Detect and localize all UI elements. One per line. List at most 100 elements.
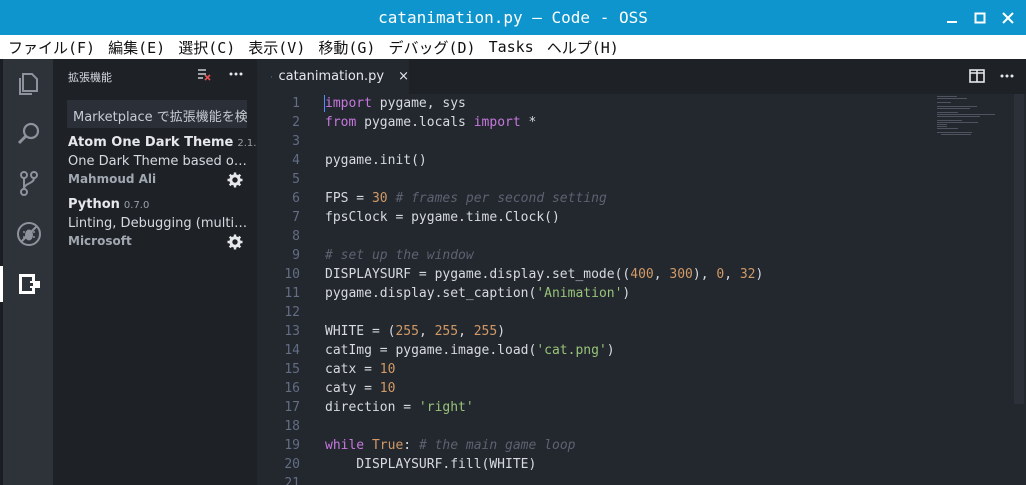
- menu-help[interactable]: ヘルプ(H): [547, 37, 619, 58]
- code-content[interactable]: import pygame, sys from pygame.locals imp…: [325, 94, 763, 485]
- line-number: 6: [292, 191, 300, 206]
- minimize-button[interactable]: [940, 6, 964, 30]
- code-token: 300: [669, 267, 693, 282]
- code-token: import: [325, 96, 372, 111]
- code-token: # set up the window: [325, 248, 474, 263]
- search-icon[interactable]: [15, 120, 43, 148]
- menu-debug[interactable]: デバッグ(D): [388, 37, 475, 58]
- extension-item[interactable]: Atom One Dark Theme 2.1.0 One Dark Theme …: [68, 135, 263, 188]
- code-token: 255: [395, 324, 419, 339]
- minimap-line: [937, 116, 980, 117]
- menu-view[interactable]: 表示(V): [248, 37, 305, 58]
- code-token: 'right': [418, 400, 474, 415]
- code-line: import pygame, sys: [325, 94, 763, 113]
- extensions-sidebar: 拡張機能 Marketplace で拡張機能を検 Atom One Dark T…: [53, 59, 263, 485]
- title-bar: catanimation.py — Code - OSS: [0, 0, 1026, 35]
- code-token: import: [473, 115, 521, 130]
- minimap-line: [937, 106, 977, 107]
- close-icon: [1002, 11, 1014, 24]
- more-actions-icon[interactable]: [229, 67, 243, 81]
- menu-file[interactable]: ファイル(F): [8, 37, 95, 58]
- code-token: pygame.display.set_caption(: [325, 286, 537, 301]
- code-token: *: [520, 115, 537, 130]
- line-number: 8: [292, 229, 300, 244]
- code-line: fpsClock = pygame.time.Clock(): [325, 208, 763, 227]
- code-token: 400: [630, 267, 654, 282]
- line-number: 16: [284, 381, 300, 396]
- line-number: 15: [284, 362, 300, 377]
- code-line: from pygame.locals import *: [325, 113, 763, 132]
- minimap-line: [937, 132, 973, 133]
- gear-icon[interactable]: [227, 172, 243, 188]
- code-line: caty = 10: [325, 379, 763, 398]
- editor-tab-bar: catanimation.py ×: [257, 59, 1026, 94]
- code-line: pygame.init(): [325, 151, 763, 170]
- code-token: :: [403, 438, 419, 453]
- source-control-icon[interactable]: [15, 169, 43, 197]
- minimap[interactable]: [937, 96, 997, 196]
- code-token: 'cat.png': [536, 343, 607, 358]
- line-number: 20: [284, 457, 300, 472]
- debug-icon[interactable]: [15, 220, 43, 248]
- code-token: while: [325, 438, 365, 453]
- code-token: pygame, sys: [371, 96, 466, 111]
- line-number: 21: [284, 476, 300, 485]
- code-line: # set up the window: [325, 246, 763, 265]
- menu-edit[interactable]: 編集(E): [108, 37, 165, 58]
- code-token: 10: [379, 381, 396, 396]
- line-number: 3: [292, 134, 300, 149]
- code-line: DISPLAYSURF.fill(WHITE): [325, 455, 763, 474]
- minimap-line: [937, 102, 952, 103]
- code-token: DISPLAYSURF.fill(WHITE): [325, 457, 537, 472]
- code-editor[interactable]: 1 2 3 4 5 6 7 8 9 10 11 12 13 14 15 16 17 18 19 20 21 import…: [257, 94, 1026, 485]
- minimap-line: [937, 98, 967, 99]
- extension-item[interactable]: Python 0.7.0 Linting, Debugging (multi-th…: [68, 197, 251, 250]
- close-button[interactable]: [996, 6, 1020, 30]
- code-line: while True: # the main game loop: [325, 436, 763, 455]
- gear-icon[interactable]: [227, 234, 243, 250]
- line-number: 9: [292, 248, 300, 263]
- maximize-icon: [974, 12, 986, 23]
- tab-catanimation[interactable]: catanimation.py ×: [257, 59, 409, 94]
- menu-go[interactable]: 移動(G): [318, 37, 375, 58]
- minimap-line: [937, 126, 947, 127]
- maximize-button[interactable]: [968, 6, 992, 30]
- code-line: WHITE = (255, 255, 255): [325, 322, 763, 341]
- minimap-line: [937, 108, 970, 109]
- code-token: pygame.init(): [325, 153, 427, 168]
- line-number: 18: [284, 419, 300, 434]
- menu-selection[interactable]: 選択(C): [178, 37, 235, 58]
- code-token: fpsClock = pygame.time.Clock(): [325, 210, 560, 225]
- scrollbar-thumb[interactable]: [1014, 94, 1024, 404]
- extensions-search-input[interactable]: Marketplace で拡張機能を検: [67, 100, 247, 128]
- code-token: 32: [739, 267, 756, 282]
- minimap-line: [937, 128, 958, 129]
- code-token: DISPLAYSURF = pygame.display.set_mode((: [325, 267, 631, 282]
- explorer-icon[interactable]: [15, 69, 43, 97]
- line-number: 10: [284, 267, 300, 282]
- tab-close-button[interactable]: ×: [398, 69, 409, 84]
- code-token: 0: [716, 267, 725, 282]
- python-file-icon: [271, 75, 273, 78]
- line-number-gutter: 1 2 3 4 5 6 7 8 9 10 11 12 13 14 15 16 17 18 19 20 21: [257, 94, 300, 485]
- code-token: catx =: [325, 362, 380, 377]
- line-number: 2: [292, 115, 300, 130]
- extension-publisher: Microsoft: [68, 234, 132, 248]
- line-number: 1: [292, 96, 300, 111]
- split-editor-icon[interactable]: [969, 69, 985, 83]
- code-token: WHITE = (: [325, 324, 396, 339]
- code-token: ): [755, 267, 764, 282]
- code-token: # the main game loop: [418, 438, 576, 453]
- vertical-scrollbar[interactable]: [1012, 94, 1026, 485]
- line-number: 14: [284, 343, 300, 358]
- editor-more-actions-icon[interactable]: [1000, 69, 1014, 83]
- extensions-icon[interactable]: [15, 270, 43, 298]
- minimap-line: [937, 112, 958, 113]
- window-title: catanimation.py — Code - OSS: [378, 8, 648, 27]
- code-token: 255: [434, 324, 459, 339]
- menu-tasks[interactable]: Tasks: [489, 38, 534, 56]
- clear-extensions-icon[interactable]: [197, 67, 211, 81]
- code-token: ,: [724, 267, 740, 282]
